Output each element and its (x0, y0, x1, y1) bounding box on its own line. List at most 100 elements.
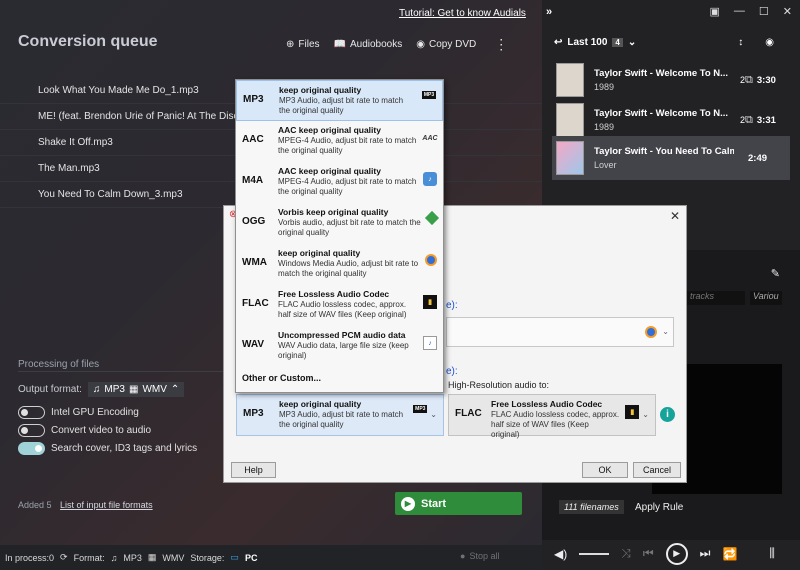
format-option-aac[interactable]: AAC AAC keep original quality MPEG-4 Aud… (236, 121, 443, 162)
output-format-label: Output format: (18, 384, 82, 395)
next-icon[interactable]: ⏭ (700, 546, 711, 561)
format-option-m4a[interactable]: M4A AAC keep original quality MPEG-4 Aud… (236, 162, 443, 203)
flac-icon: ▮ (423, 295, 437, 309)
album-cover-image (556, 103, 584, 137)
right-panel-tools: ↕ ◉ (738, 37, 774, 48)
filenames-button[interactable]: 111 filenames (559, 500, 624, 514)
in-process-value: 0 (49, 552, 55, 563)
ogg-icon (424, 210, 440, 226)
output-format-select[interactable]: ♫ MP3 ▦ WMV ⌃ (87, 382, 185, 397)
artist-field[interactable]: Variou (750, 291, 782, 305)
more-options-icon[interactable]: ⋮ (494, 36, 508, 53)
close-icon[interactable]: ✕ (670, 209, 680, 223)
format-option-flac[interactable]: FLAC Free Lossless Audio Codec FLAC Audi… (236, 285, 443, 326)
add-files-button[interactable]: ⊕ Files (286, 39, 320, 50)
expand-vertical-icon[interactable]: ↕ (738, 37, 743, 48)
flac-icon: ▮ (625, 405, 640, 419)
audio-format-select[interactable]: MP3 keep original quality MP3 Audio, adj… (236, 394, 444, 436)
gpu-label: Intel GPU Encoding (51, 407, 139, 418)
gpu-toggle-row: Intel GPU Encoding (18, 406, 139, 419)
film-icon: ▦ (147, 552, 157, 562)
format-code: MP3 (243, 408, 264, 419)
copy-dvd-button[interactable]: ◉ Copy DVD (416, 39, 476, 50)
format-text: AAC keep original quality MPEG-4 Audio, … (270, 125, 417, 156)
convert-video-toggle-row: Convert video to audio (18, 424, 151, 437)
output-format-row: Output format: ♫ MP3 ▦ WMV ⌃ (18, 382, 185, 397)
video-format-select[interactable]: ⌄ (446, 317, 674, 347)
format-option-mp3[interactable]: MP3 keep original quality MP3 Audio, adj… (236, 80, 443, 121)
format-label: Format: (73, 552, 105, 563)
format-tile: MP3 keep original quality MP3 Audio, adj… (237, 395, 443, 435)
other-custom-option[interactable]: Other or Custom... (236, 367, 443, 389)
format-code: M4A (242, 175, 264, 186)
files-label: Files (298, 39, 320, 50)
edit-icon[interactable]: ✎ (771, 267, 780, 280)
format-text: keep original quality Windows Media Audi… (270, 248, 419, 279)
page-title: Conversion queue (18, 33, 158, 50)
audiobooks-label: Audiobooks (349, 39, 403, 50)
chevron-down-icon: ⌄ (627, 37, 637, 48)
format-desc: MP3 Audio, adjust bit rate to match the … (279, 96, 404, 115)
close-icon[interactable]: ✕ (783, 5, 792, 18)
previous-icon[interactable]: ⏮ (643, 546, 654, 561)
last100-selector[interactable]: ↩ Last 100 4 ⌄ (554, 37, 636, 48)
cancel-button[interactable]: Cancel (633, 462, 681, 478)
format-desc: Windows Media Audio, adjust bit rate to … (278, 259, 419, 278)
volume-slider[interactable] (579, 552, 610, 555)
format-option-wav[interactable]: WAV Uncompressed PCM audio data WAV Audi… (236, 326, 443, 367)
start-button[interactable]: ▶ Start (395, 492, 522, 515)
shuffle-icon[interactable]: ⤨ (621, 546, 631, 561)
track-item-selected[interactable]: Taylor Swift - You Need To Calm... Lover… (552, 136, 790, 180)
format-code: FLAC (242, 298, 269, 309)
format-option-ogg[interactable]: OGG Vorbis keep original quality Vorbis … (236, 203, 443, 244)
format-name: AAC keep original quality (278, 125, 381, 135)
layout-icon[interactable]: ▣ (710, 5, 720, 18)
sync-icon: ⟳ (60, 552, 68, 562)
apply-rule-button[interactable]: Apply Rule (635, 502, 683, 513)
hires-format-select[interactable]: FLAC Free Lossless Audio Codec FLAC Audi… (448, 394, 656, 439)
format-option-wma[interactable]: WMA keep original quality Windows Media … (236, 244, 443, 285)
status-video-format[interactable]: WMV (162, 553, 184, 563)
help-button[interactable]: Help (231, 462, 276, 478)
format-label-lower: e): (446, 366, 458, 377)
stop-all-button[interactable]: ● Stop all (460, 551, 499, 561)
format-name: keep original quality (279, 399, 362, 409)
tracks-field[interactable]: tracks (687, 291, 745, 305)
film-icon: ▦ (128, 384, 139, 395)
format-text: AAC keep original quality MPEG-4 Audio, … (270, 166, 417, 197)
format-code: AAC (242, 134, 264, 145)
track-title: Taylor Swift - Welcome To N... (594, 68, 729, 79)
audiobooks-button[interactable]: 📖 Audiobooks (334, 39, 403, 50)
maximize-icon[interactable]: ☐ (759, 5, 769, 18)
storage-value[interactable]: PC (245, 553, 258, 563)
tutorial-link[interactable]: Tutorial: Get to know Audials (399, 8, 526, 19)
format-desc: FLAC Audio lossless codec, approx. half … (491, 410, 620, 439)
format-code: OGG (242, 216, 266, 227)
format-name: Free Lossless Audio Codec (491, 399, 603, 409)
ok-button[interactable]: OK (582, 462, 628, 478)
chevron-down-icon: ⌄ (642, 410, 649, 419)
equalizer-icon[interactable]: ⫼ (769, 546, 775, 561)
status-audio-format[interactable]: MP3 (123, 553, 142, 563)
audials-window: Tutorial: Get to know Audials Conversion… (0, 0, 800, 570)
search-cover-toggle[interactable] (18, 442, 45, 455)
music-note-icon: ♫ (110, 552, 118, 563)
info-icon[interactable]: i (660, 407, 675, 422)
format-text: keep original quality MP3 Audio, adjust … (271, 85, 416, 116)
album-cover-image (556, 141, 584, 175)
track-title: Taylor Swift - Welcome To N... (594, 108, 729, 119)
book-icon: 📖 (333, 39, 346, 50)
double-chevron-right-icon[interactable]: » (546, 6, 552, 18)
play-button[interactable]: ▶ (665, 542, 688, 565)
format-name: keep original quality (278, 248, 361, 258)
input-formats-link[interactable]: List of input file formats (60, 500, 153, 510)
format-desc: MPEG-4 Audio, adjust bit rate to match t… (278, 136, 417, 155)
volume-icon[interactable]: ◀) (554, 547, 567, 561)
repeat-icon[interactable]: 🔁 (722, 547, 737, 561)
track-item[interactable]: Taylor Swift - Welcome To N... 1989 2 ⧉ … (552, 58, 790, 102)
minimize-icon[interactable]: — (734, 5, 745, 18)
gpu-toggle[interactable] (18, 406, 45, 419)
toolbar: ⊕ Files 📖 Audiobooks ◉ Copy DVD ⋮ (286, 36, 508, 53)
eye-icon[interactable]: ◉ (765, 37, 774, 48)
convert-video-toggle[interactable] (18, 424, 45, 437)
